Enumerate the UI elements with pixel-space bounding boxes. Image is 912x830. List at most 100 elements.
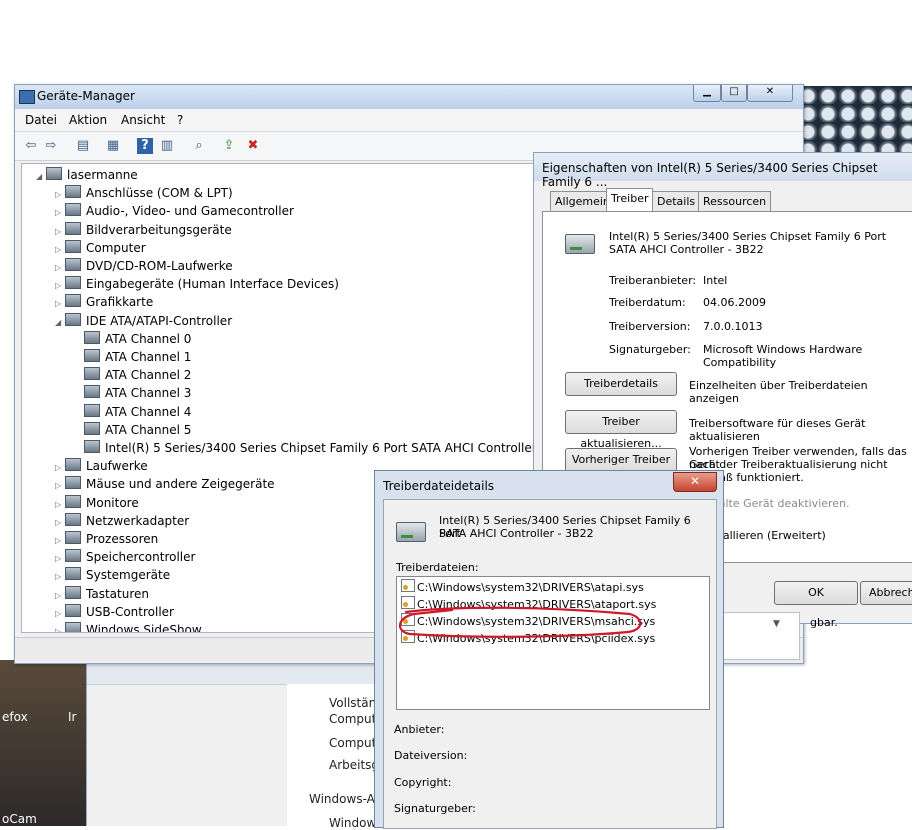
tree-item-label: Laufwerke — [86, 459, 148, 474]
ide-channel-icon — [84, 385, 100, 399]
tree-item[interactable]: ◢ IDE ATA/ATAPI-Controller — [55, 312, 232, 330]
update-driver-button[interactable]: Treiber aktualisieren... — [565, 410, 677, 450]
scan-hardware-icon[interactable]: ⌕ — [191, 138, 207, 154]
info-label: Signaturgeber: — [394, 802, 476, 815]
ide-channel-icon — [84, 421, 100, 435]
tree-root[interactable]: ◢ lasermanne — [36, 166, 138, 184]
tree-item[interactable]: ▷ Audio-, Video- und Gamecontroller — [55, 202, 294, 220]
desktop-icon-label[interactable]: Ir — [68, 710, 76, 724]
expand-arrow-icon[interactable]: ▷ — [55, 623, 65, 632]
field-label: Treiberdatum: — [609, 296, 686, 309]
tree-item-label: Speichercontroller — [86, 550, 196, 565]
tree-item[interactable]: ▷ Anschlüsse (COM & LPT) — [55, 184, 233, 202]
display-adapter-icon — [65, 294, 81, 308]
driver-details-button[interactable]: Treiberdetails — [565, 372, 677, 396]
background-text: Vollstän — [329, 696, 377, 710]
tree-item-label: DVD/CD-ROM-Laufwerke — [86, 259, 233, 273]
tree-item[interactable]: ▷ USB-Controller — [55, 603, 174, 621]
uninstall-icon[interactable]: ✖ — [245, 138, 261, 154]
tree-item[interactable]: ▷ Monitore — [55, 494, 139, 512]
help-icon[interactable]: ? — [137, 138, 153, 154]
driver-file-details-dialog: Treiberdateidetails ✕ Intel(R) 5 Series/… — [374, 470, 724, 829]
tree-item[interactable]: ▷ Prozessoren — [55, 530, 158, 548]
dropdown-arrow-icon[interactable]: ▼ — [773, 619, 780, 629]
tree-item[interactable]: ATA Channel 5 — [74, 421, 191, 439]
close-button[interactable]: ✕ — [673, 472, 717, 492]
close-button[interactable]: ✕ — [747, 85, 793, 102]
tree-item[interactable]: ▷ DVD/CD-ROM-Laufwerke — [55, 257, 233, 275]
tree-item[interactable]: ATA Channel 0 — [74, 330, 191, 348]
tree-item[interactable]: ▷ Laufwerke — [55, 457, 148, 475]
tree-item[interactable]: ATA Channel 4 — [74, 403, 191, 421]
field-value: Microsoft Windows Hardware Compatibility — [703, 343, 863, 369]
device-manager-titlebar[interactable]: Geräte-Manager ▁ □ ✕ — [15, 85, 803, 109]
tree-item-label: ATA Channel 4 — [105, 404, 192, 419]
field-value: Intel — [703, 274, 728, 287]
tab-treiber[interactable]: Treiber — [606, 188, 654, 213]
tree-item-label: Systemgeräte — [86, 568, 171, 583]
menu-aktion[interactable]: Aktion — [69, 113, 107, 127]
tree-item-label: Anschlüsse (COM & LPT) — [86, 186, 233, 201]
driver-file-details-body: Intel(R) 5 Series/3400 Series Chipset Fa… — [383, 499, 717, 829]
tree-item[interactable]: ▷ Computer — [55, 239, 146, 257]
dialog-title: Treiberdateidetails — [383, 479, 495, 493]
minimize-button[interactable]: ▁ — [693, 85, 721, 102]
ide-controller-icon — [65, 312, 81, 326]
tree-item[interactable]: Intel(R) 5 Series/3400 Series Chipset Fa… — [74, 439, 580, 457]
background-text: Window — [329, 816, 377, 830]
tree-item[interactable]: ▷ Grafikkarte — [55, 293, 153, 311]
driver-files-list[interactable]: C:\Windows\system32\DRIVERS\atapi.sys C:… — [396, 576, 710, 710]
tree-item[interactable]: ATA Channel 1 — [74, 348, 191, 366]
monitor-icon — [65, 239, 81, 253]
update-driver-icon[interactable]: ⇪ — [221, 138, 237, 154]
tree-item-label: Bildverarbeitungsgeräte — [86, 222, 232, 237]
tree-item-label: Monitore — [86, 495, 139, 510]
info-label: Copyright: — [394, 776, 452, 789]
tree-item[interactable]: ▷ Windows SideShow — [55, 621, 202, 632]
collapse-arrow-icon[interactable]: ◢ — [55, 314, 65, 332]
driver-file-details-titlebar[interactable]: Treiberdateidetails ✕ — [375, 471, 723, 501]
collapse-arrow-icon[interactable]: ◢ — [36, 168, 46, 186]
tree-item[interactable]: ▷ Mäuse und andere Zeigegeräte — [55, 475, 275, 493]
view-icon[interactable]: ▥ — [159, 138, 175, 154]
device-name: Intel(R) 5 Series/3400 Series Chipset Fa… — [609, 230, 887, 243]
ok-button[interactable]: OK — [774, 581, 858, 605]
show-hide-tree-icon[interactable]: ▤ — [75, 138, 91, 154]
storage-controller-icon — [65, 549, 81, 563]
desktop-icon-label[interactable]: efox — [2, 710, 28, 724]
tree-item[interactable]: ▷ Systemgeräte — [55, 566, 170, 584]
menu-help[interactable]: ? — [177, 113, 183, 127]
desktop-icon-label[interactable]: oCam — [2, 812, 37, 826]
forward-arrow-icon[interactable]: ⇨ — [43, 138, 59, 154]
window-title: Geräte-Manager — [37, 89, 135, 103]
monitor-icon — [65, 494, 81, 508]
sideshow-icon — [65, 622, 81, 632]
tree-item-label: Grafikkarte — [86, 295, 154, 310]
device-name: SATA AHCI Controller - 3B22 — [439, 527, 594, 540]
tree-item[interactable]: ▷ Speichercontroller — [55, 548, 195, 566]
desktop-background: efox Ir oCam — [0, 660, 86, 826]
background-text: Arbeitsg — [329, 758, 380, 772]
rollback-driver-button[interactable]: Vorheriger Treiber — [565, 448, 677, 472]
properties-icon[interactable]: ▦ — [105, 138, 121, 154]
cancel-button[interactable]: Abbrech — [860, 581, 912, 605]
computer-icon — [46, 167, 62, 180]
desktop-wallpaper — [798, 86, 912, 156]
maximize-button[interactable]: □ — [721, 85, 747, 102]
hid-icon — [65, 276, 81, 290]
background-text: gbar. — [810, 616, 838, 629]
tree-item[interactable]: ▷ Bildverarbeitungsgeräte — [55, 221, 232, 239]
tab-details[interactable]: Details — [652, 191, 701, 212]
tree-item[interactable]: ▷ Netzwerkadapter — [55, 512, 189, 530]
back-arrow-icon[interactable]: ⇦ — [23, 138, 39, 154]
list-item[interactable]: C:\Windows\system32\DRIVERS\atapi.sys — [401, 579, 644, 596]
tree-item[interactable]: ▷ Tastaturen — [55, 585, 149, 603]
tree-item[interactable]: ▷ Eingabegeräte (Human Interface Devices) — [55, 275, 339, 293]
tree-item[interactable]: ATA Channel 3 — [74, 384, 191, 402]
keyboard-icon — [65, 585, 81, 599]
tab-ressourcen[interactable]: Ressourcen — [698, 191, 772, 212]
properties-titlebar[interactable]: Eigenschaften von Intel(R) 5 Series/3400… — [534, 153, 912, 189]
menu-ansicht[interactable]: Ansicht — [121, 113, 165, 127]
menu-datei[interactable]: Datei — [25, 113, 57, 127]
tree-item[interactable]: ATA Channel 2 — [74, 366, 191, 384]
